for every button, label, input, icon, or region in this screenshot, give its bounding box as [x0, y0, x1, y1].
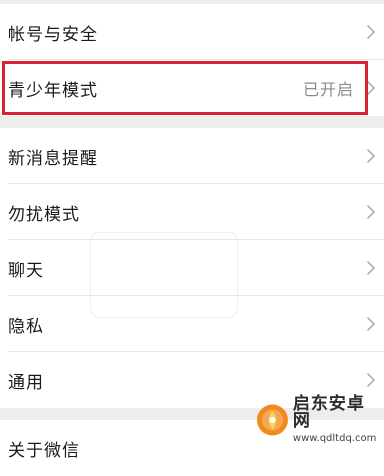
about-wechat-label: 关于微信 — [8, 440, 80, 461]
privacy-label: 隐私 — [8, 316, 44, 337]
teen-mode-label: 青少年模式 — [8, 80, 98, 101]
chat-label: 聊天 — [8, 260, 44, 281]
chat-row[interactable]: 聊天 — [0, 240, 384, 296]
chevron-right-icon — [367, 205, 375, 219]
chevron-right-icon — [367, 261, 375, 275]
chevron-right-icon — [367, 149, 375, 163]
general-label: 通用 — [8, 372, 44, 393]
settings-group-general: 新消息提醒 勿扰模式 聊天 隐私 通用 — [0, 128, 384, 408]
account-security-row[interactable]: 帐号与安全 — [0, 4, 384, 60]
chevron-right-icon — [367, 317, 375, 331]
do-not-disturb-row[interactable]: 勿扰模式 — [0, 184, 384, 240]
watermark-logo-icon — [256, 404, 288, 436]
teen-mode-row[interactable]: 青少年模式 已开启 — [0, 60, 384, 116]
teen-mode-status: 已开启 — [302, 80, 354, 99]
chevron-right-icon — [367, 373, 375, 387]
chevron-right-icon — [367, 25, 375, 39]
site-watermark: 启东安卓网 www.qdltdq.com — [256, 396, 380, 444]
privacy-row[interactable]: 隐私 — [0, 296, 384, 352]
watermark-text: 启东安卓网 www.qdltdq.com — [293, 396, 380, 444]
do-not-disturb-label: 勿扰模式 — [8, 204, 80, 225]
new-message-notifications-row[interactable]: 新消息提醒 — [0, 128, 384, 184]
settings-group-account: 帐号与安全 青少年模式 已开启 — [0, 4, 384, 116]
watermark-url: www.qdltdq.com — [292, 433, 377, 444]
chevron-right-icon — [367, 81, 375, 95]
new-message-notifications-label: 新消息提醒 — [8, 148, 98, 169]
watermark-title: 启东安卓网 — [292, 394, 365, 431]
section-gap — [0, 116, 384, 128]
account-security-label: 帐号与安全 — [8, 24, 98, 45]
